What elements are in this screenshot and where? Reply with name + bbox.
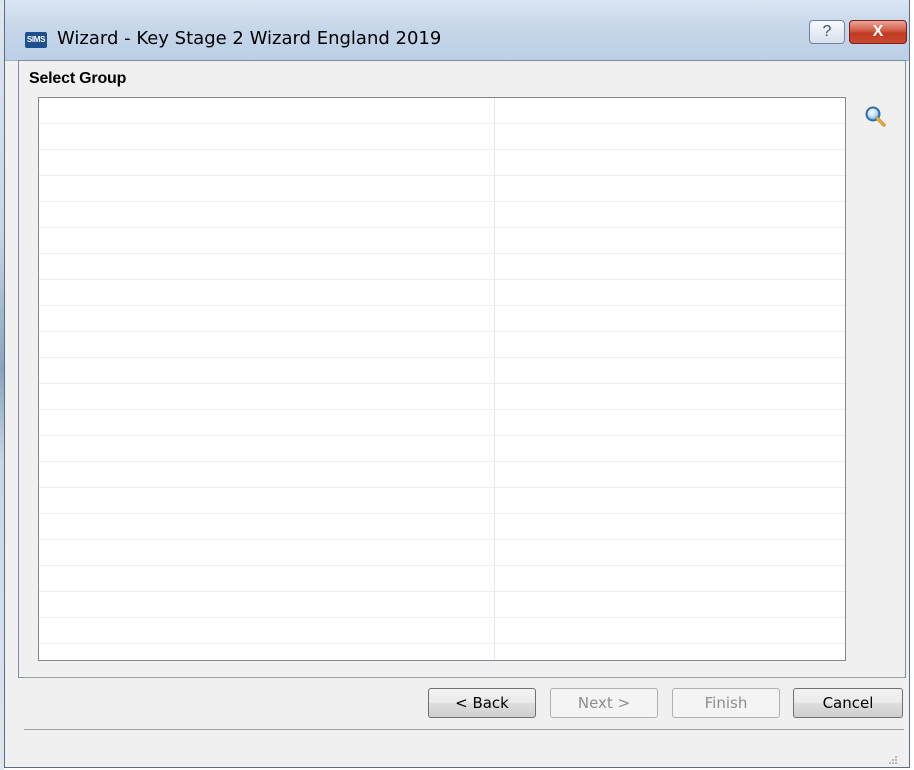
table-row[interactable] xyxy=(39,592,845,618)
page-title: Select Group xyxy=(29,70,127,87)
table-row[interactable] xyxy=(39,514,845,540)
sims-app-icon: SIMS xyxy=(25,32,47,48)
help-icon: ? xyxy=(822,23,832,40)
table-row[interactable] xyxy=(39,150,845,176)
finish-button[interactable]: Finish xyxy=(672,688,780,718)
group-list-grid[interactable] xyxy=(38,97,846,661)
table-row[interactable] xyxy=(39,566,845,592)
table-row[interactable] xyxy=(39,462,845,488)
grid-column-divider xyxy=(494,98,495,660)
table-row[interactable] xyxy=(39,410,845,436)
table-row[interactable] xyxy=(39,332,845,358)
back-button[interactable]: < Back xyxy=(428,688,536,718)
table-row[interactable] xyxy=(39,488,845,514)
table-row[interactable] xyxy=(39,202,845,228)
resize-grip-icon[interactable] xyxy=(886,752,898,764)
table-row[interactable] xyxy=(39,228,845,254)
table-row[interactable] xyxy=(39,98,845,124)
table-row[interactable] xyxy=(39,280,845,306)
table-row[interactable] xyxy=(39,176,845,202)
title-bar[interactable]: SIMS Wizard - Key Stage 2 Wizard England… xyxy=(5,0,909,61)
search-icon[interactable] xyxy=(864,105,888,129)
table-row[interactable] xyxy=(39,384,845,410)
table-row[interactable] xyxy=(39,436,845,462)
help-button[interactable]: ? xyxy=(809,20,845,44)
table-row[interactable] xyxy=(39,306,845,332)
close-button[interactable]: X xyxy=(849,20,907,44)
table-row[interactable] xyxy=(39,618,845,644)
close-icon: X xyxy=(872,23,884,40)
table-row[interactable] xyxy=(39,540,845,566)
table-row[interactable] xyxy=(39,358,845,384)
status-bar xyxy=(24,730,904,766)
table-row[interactable] xyxy=(39,254,845,280)
next-button[interactable]: Next > xyxy=(550,688,658,718)
cancel-button[interactable]: Cancel xyxy=(793,688,903,718)
window-title: Wizard - Key Stage 2 Wizard England 2019 xyxy=(57,28,442,49)
table-row[interactable] xyxy=(39,124,845,150)
